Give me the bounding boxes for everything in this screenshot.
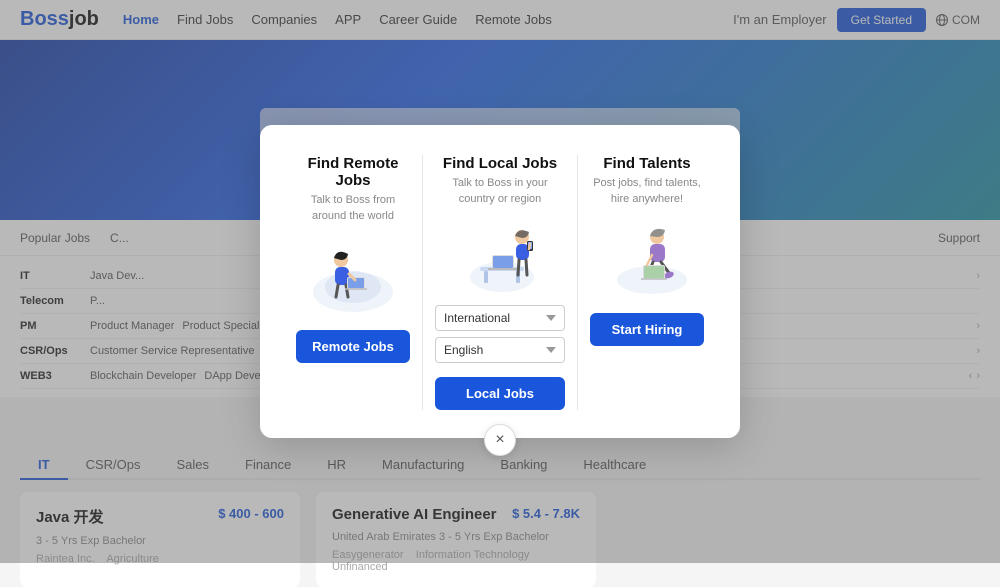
modal-dialog: Find Remote Jobs Talk to Boss from aroun… bbox=[260, 125, 740, 438]
remote-illustration bbox=[303, 232, 403, 312]
country-select[interactable]: International bbox=[435, 305, 565, 331]
remote-subtitle: Talk to Boss from around the world bbox=[296, 193, 410, 224]
modal-col-remote: Find Remote Jobs Talk to Boss from aroun… bbox=[288, 155, 418, 410]
modal-columns: Find Remote Jobs Talk to Boss from aroun… bbox=[288, 155, 712, 410]
language-select[interactable]: English bbox=[435, 337, 565, 363]
talent-illustration bbox=[597, 215, 697, 295]
modal-overlay: Find Remote Jobs Talk to Boss from aroun… bbox=[0, 0, 1000, 563]
talent-title: Find Talents bbox=[603, 155, 690, 172]
divider-2 bbox=[577, 155, 578, 410]
remote-title: Find Remote Jobs bbox=[296, 155, 410, 189]
remote-jobs-button[interactable]: Remote Jobs bbox=[296, 330, 410, 363]
modal-close-button[interactable]: × bbox=[484, 424, 516, 456]
local-illustration bbox=[450, 215, 550, 295]
local-title: Find Local Jobs bbox=[443, 155, 557, 172]
local-subtitle: Talk to Boss in your country or region bbox=[435, 176, 565, 207]
local-jobs-button[interactable]: Local Jobs bbox=[435, 377, 565, 410]
modal-col-talent: Find Talents Post jobs, find talents, hi… bbox=[582, 155, 712, 410]
divider-1 bbox=[422, 155, 423, 410]
modal-col-local: Find Local Jobs Talk to Boss in your cou… bbox=[427, 155, 573, 410]
talent-subtitle: Post jobs, find talents, hire anywhere! bbox=[590, 176, 704, 207]
start-hiring-button[interactable]: Start Hiring bbox=[590, 313, 704, 346]
